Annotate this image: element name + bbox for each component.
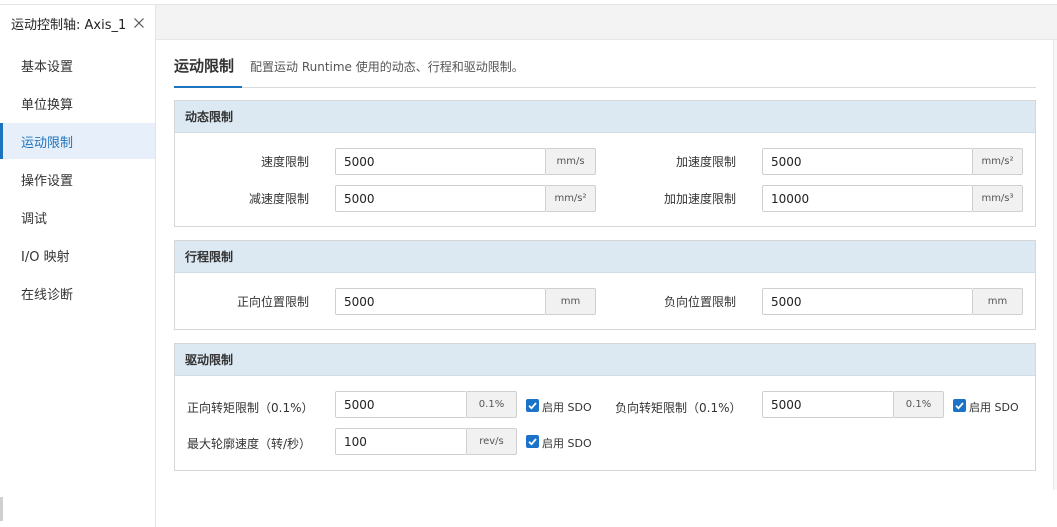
jerk-limit-input[interactable] bbox=[762, 185, 973, 212]
deceleration-limit-label: 减速度限制 bbox=[248, 192, 309, 206]
sidebar-item-label: I/O 映射 bbox=[21, 249, 70, 265]
tab-title: 运动控制轴: Axis_1 bbox=[11, 17, 127, 33]
dynamic-limits-section: 动态限制 速度限制 mm/s 加速度限制 mm/s² 减速度限制 mm/s² 加… bbox=[174, 100, 1036, 227]
negative-position-unit: mm bbox=[973, 288, 1023, 315]
negative-torque-limit-input[interactable] bbox=[762, 391, 894, 418]
checkmark-icon bbox=[528, 402, 537, 410]
negative-torque-limit-label: 负向转矩限制（0.1%） bbox=[615, 401, 742, 415]
sidebar-item-basic-settings[interactable]: 基本设置 bbox=[0, 47, 155, 83]
main-panel: 运动限制 配置运动 Runtime 使用的动态、行程和驱动限制。 动态限制 速度… bbox=[156, 41, 1057, 527]
sidebar-item-label: 在线诊断 bbox=[21, 287, 74, 303]
sidebar-item-io-mapping[interactable]: I/O 映射 bbox=[0, 237, 155, 273]
velocity-unit: mm/s bbox=[546, 148, 596, 175]
page-description: 配置运动 Runtime 使用的动态、行程和驱动限制。 bbox=[250, 60, 524, 74]
sidebar-item-operation-settings[interactable]: 操作设置 bbox=[0, 161, 155, 197]
positive-torque-unit: 0.1% bbox=[467, 391, 517, 418]
section-title: 驱动限制 bbox=[175, 344, 1035, 376]
close-icon[interactable] bbox=[133, 17, 145, 29]
negative-position-limit-input[interactable] bbox=[762, 288, 973, 315]
tab-axis[interactable]: 运动控制轴: Axis_1 bbox=[0, 5, 156, 41]
sidebar-item-unit-conversion[interactable]: 单位换算 bbox=[0, 85, 155, 121]
acceleration-limit-input[interactable] bbox=[762, 148, 973, 175]
sidebar-item-label: 运动限制 bbox=[21, 135, 74, 151]
max-speed-sdo-label: 启用 SDO bbox=[542, 437, 592, 450]
sidebar: 基本设置 单位换算 运动限制 操作设置 调试 I/O 映射 在线诊断 bbox=[0, 41, 156, 527]
section-title: 动态限制 bbox=[175, 101, 1035, 133]
max-profile-speed-input[interactable] bbox=[335, 428, 467, 455]
positive-position-limit-label: 正向位置限制 bbox=[236, 295, 309, 309]
sidebar-item-label: 单位换算 bbox=[21, 97, 74, 113]
checkmark-icon bbox=[955, 402, 964, 410]
acceleration-limit-label: 加速度限制 bbox=[675, 155, 736, 169]
negative-position-limit-label: 负向位置限制 bbox=[663, 295, 736, 309]
acceleration-unit: mm/s² bbox=[973, 148, 1023, 175]
sidebar-item-online-diagnostics[interactable]: 在线诊断 bbox=[0, 275, 155, 311]
max-speed-sdo-checkbox[interactable] bbox=[526, 435, 539, 448]
scrollbar-track[interactable] bbox=[1053, 40, 1057, 490]
positive-torque-sdo-label: 启用 SDO bbox=[542, 401, 592, 414]
positive-torque-sdo-checkbox[interactable] bbox=[526, 399, 539, 412]
travel-limits-section: 行程限制 正向位置限制 mm 负向位置限制 mm bbox=[174, 240, 1036, 330]
velocity-limit-label: 速度限制 bbox=[260, 155, 309, 169]
sidebar-item-debug[interactable]: 调试 bbox=[0, 199, 155, 235]
sidebar-item-motion-limits[interactable]: 运动限制 bbox=[0, 123, 155, 159]
positive-torque-limit-input[interactable] bbox=[335, 391, 467, 418]
deceleration-unit: mm/s² bbox=[546, 185, 596, 212]
positive-torque-limit-label: 正向转矩限制（0.1%） bbox=[187, 401, 314, 415]
page-title: 运动限制 bbox=[174, 57, 235, 75]
negative-torque-sdo-label: 启用 SDO bbox=[969, 401, 1019, 414]
tab-bar: 运动控制轴: Axis_1 bbox=[0, 5, 1057, 41]
jerk-limit-label: 加加速度限制 bbox=[663, 192, 736, 206]
section-title: 行程限制 bbox=[175, 241, 1035, 273]
sidebar-item-label: 调试 bbox=[21, 211, 48, 227]
sidebar-edge-marker bbox=[0, 497, 3, 521]
deceleration-limit-input[interactable] bbox=[335, 185, 546, 212]
checkmark-icon bbox=[528, 438, 537, 446]
drive-limits-section: 驱动限制 正向转矩限制（0.1%） 0.1% 启用 SDO 负向转矩限制（0.1… bbox=[174, 343, 1036, 471]
velocity-limit-input[interactable] bbox=[335, 148, 546, 175]
title-underline bbox=[174, 86, 242, 88]
max-profile-speed-unit: rev/s bbox=[467, 428, 517, 455]
sidebar-item-label: 操作设置 bbox=[21, 173, 74, 189]
positive-position-unit: mm bbox=[546, 288, 596, 315]
max-profile-speed-label: 最大轮廓速度（转/秒） bbox=[187, 437, 312, 451]
negative-torque-sdo-checkbox[interactable] bbox=[953, 399, 966, 412]
positive-position-limit-input[interactable] bbox=[335, 288, 546, 315]
jerk-unit: mm/s³ bbox=[973, 185, 1023, 212]
sidebar-item-label: 基本设置 bbox=[21, 59, 74, 75]
negative-torque-unit: 0.1% bbox=[894, 391, 944, 418]
page-header: 运动限制 配置运动 Runtime 使用的动态、行程和驱动限制。 bbox=[174, 51, 1036, 88]
